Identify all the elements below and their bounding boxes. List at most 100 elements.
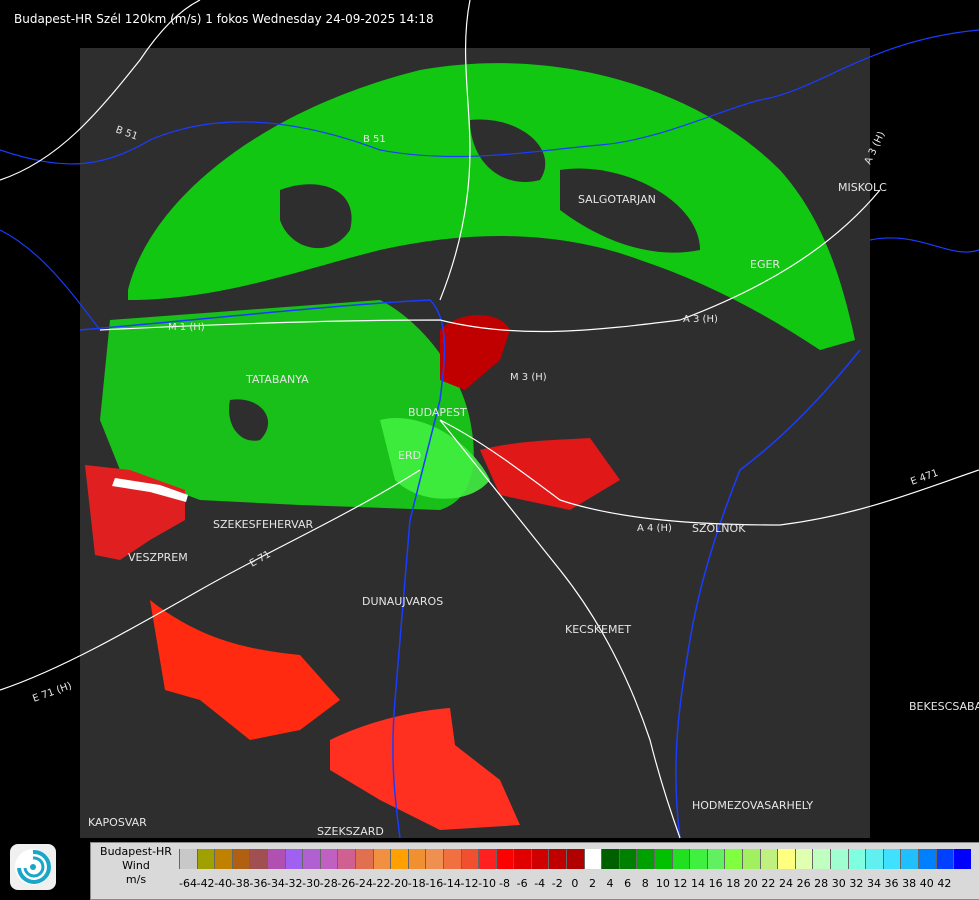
legend-swatch bbox=[601, 849, 619, 869]
city-label: SZEKSZARD bbox=[317, 825, 384, 838]
legend-swatch bbox=[390, 849, 408, 869]
city-label: DUNAUJVAROS bbox=[362, 595, 443, 608]
legend-tick-label: 12 bbox=[673, 877, 688, 890]
legend-swatch bbox=[566, 849, 584, 869]
legend-tick-label: -32 bbox=[284, 877, 303, 890]
city-label: MISKOLC bbox=[838, 181, 887, 194]
city-label: SZEKESFEHERVAR bbox=[213, 518, 314, 531]
border-line bbox=[869, 237, 979, 253]
city-label: KECSKEMET bbox=[565, 623, 631, 636]
legend-swatch bbox=[249, 849, 267, 869]
city-label: TATABANYA bbox=[245, 373, 309, 386]
legend-swatch bbox=[724, 849, 742, 869]
legend-swatch bbox=[442, 849, 461, 869]
legend-tick-label: 26 bbox=[796, 877, 811, 890]
legend-tick-label: 16 bbox=[708, 877, 723, 890]
legend-tick-label: -38 bbox=[231, 877, 250, 890]
legend-swatch bbox=[284, 849, 303, 869]
legend-tick-label: -20 bbox=[390, 877, 409, 890]
legend-tick-label: 34 bbox=[866, 877, 881, 890]
legend-tick-label: -40 bbox=[214, 877, 233, 890]
legend-swatch bbox=[425, 849, 443, 869]
legend-swatch bbox=[900, 849, 918, 869]
legend-tick-label: 6 bbox=[624, 877, 632, 890]
legend-swatch bbox=[865, 849, 883, 869]
legend-tick-label: 24 bbox=[778, 877, 793, 890]
legend-tick-label: -30 bbox=[302, 877, 321, 890]
legend-tick-label: 8 bbox=[641, 877, 649, 890]
road-label: B 51 bbox=[363, 134, 386, 145]
legend-tick-label: 10 bbox=[655, 877, 670, 890]
legend-swatch bbox=[354, 849, 373, 869]
legend-tick-label: -8 bbox=[499, 877, 510, 890]
legend-swatch bbox=[179, 849, 197, 869]
legend-swatch bbox=[689, 849, 707, 869]
legend-swatch bbox=[636, 849, 655, 869]
color-legend: Budapest-HR Wind m/s -64 -42 -40 -38 -36 -34-… bbox=[90, 842, 979, 900]
city-label: VESZPREM bbox=[128, 551, 188, 564]
legend-tick-label: -36 bbox=[249, 877, 268, 890]
legend-tick-label: 32 bbox=[849, 877, 864, 890]
legend-swatch bbox=[829, 849, 848, 869]
legend-swatch bbox=[196, 849, 215, 869]
legend-tick-label: -34 bbox=[266, 877, 285, 890]
legend-swatch bbox=[302, 849, 320, 869]
city-label: ERD bbox=[398, 449, 421, 462]
radar-title: Budapest-HR Szél 120km (m/s) 1 fokos Wed… bbox=[14, 12, 434, 26]
legend-swatch bbox=[742, 849, 760, 869]
legend-swatch bbox=[530, 849, 549, 869]
legend-swatch bbox=[777, 849, 795, 869]
legend-swatch bbox=[266, 849, 285, 869]
legend-tick-label: 30 bbox=[831, 877, 846, 890]
legend-tick-label: 40 bbox=[919, 877, 934, 890]
legend-swatch bbox=[917, 849, 936, 869]
legend-tick-label: 22 bbox=[761, 877, 776, 890]
legend-quantity: Wind bbox=[122, 859, 150, 872]
legend-tick-label: 28 bbox=[814, 877, 829, 890]
legend-ticks: -64 -42 -40 -38 -36 -34 -32 -30 -28 -26 -24 -22 -20-… bbox=[179, 877, 953, 891]
legend-tick-label: -12 bbox=[460, 877, 479, 890]
legend-header: Budapest-HR Wind m/s bbox=[91, 845, 181, 887]
road-label: E 71 (H) bbox=[31, 681, 73, 705]
legend-swatch bbox=[583, 849, 602, 869]
legend-swatch bbox=[495, 849, 514, 869]
legend-tick-label: -4 bbox=[534, 877, 546, 890]
legend-swatch bbox=[654, 849, 672, 869]
road-label: M 1 (H) bbox=[168, 322, 205, 333]
legend-swatch bbox=[618, 849, 637, 869]
legend-swatches bbox=[179, 849, 971, 869]
legend-swatch bbox=[847, 849, 866, 869]
legend-tick-label: 2 bbox=[588, 877, 596, 890]
legend-swatch bbox=[953, 849, 971, 869]
city-label: EGER bbox=[750, 258, 780, 271]
legend-tick-label: -26 bbox=[337, 877, 356, 890]
legend-tick-label: -16 bbox=[425, 877, 444, 890]
legend-swatch bbox=[794, 849, 813, 869]
city-label: BEKESCSABA bbox=[909, 700, 979, 713]
legend-swatch bbox=[407, 849, 426, 869]
city-label: HODMEZOVASARHELY bbox=[692, 799, 813, 812]
legend-tick-label: -14 bbox=[442, 877, 461, 890]
legend-swatch bbox=[513, 849, 531, 869]
legend-swatch bbox=[935, 849, 954, 869]
legend-tick-label: 36 bbox=[884, 877, 899, 890]
legend-swatch bbox=[460, 849, 479, 869]
legend-tick-label: -28 bbox=[319, 877, 338, 890]
city-label: SALGOTARJAN bbox=[578, 193, 656, 206]
legend-swatch bbox=[337, 849, 355, 869]
legend-swatch bbox=[231, 849, 250, 869]
legend-tick-label: -42 bbox=[196, 877, 215, 890]
legend-swatch bbox=[882, 849, 901, 869]
legend-tick-label: 14 bbox=[691, 877, 706, 890]
legend-unit: m/s bbox=[125, 873, 147, 886]
legend-swatch bbox=[372, 849, 391, 869]
legend-title: Budapest-HR bbox=[100, 845, 172, 858]
legend-tick-label: 0 bbox=[571, 877, 579, 890]
legend-swatch bbox=[214, 849, 232, 869]
legend-tick-label: 42 bbox=[937, 877, 952, 890]
legend-swatch bbox=[548, 849, 567, 869]
radar-map: SALGOTARJAN MISKOLC EGER TATABANYA BUDAP… bbox=[0, 0, 979, 839]
legend-tick-label: 4 bbox=[606, 877, 614, 890]
road-label: M 3 (H) bbox=[510, 372, 547, 383]
legend-swatch bbox=[319, 849, 338, 869]
